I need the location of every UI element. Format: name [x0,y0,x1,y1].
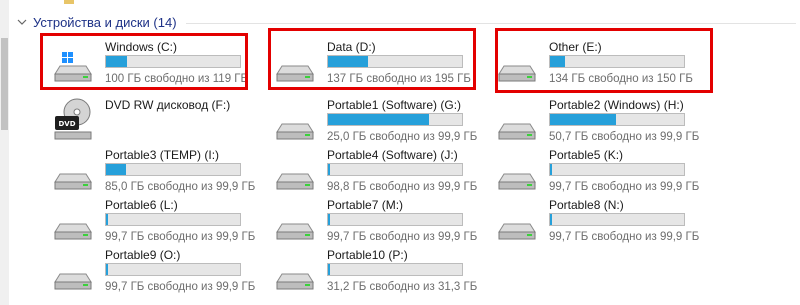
drive-tile-h[interactable]: Portable2 (Windows) (H:) 50,7 ГБ свободн… [485,94,699,144]
drive-usage-bar [105,263,241,276]
drive-name: DVD RW дисковод (F:) [105,98,231,112]
drive-usage-bar [327,263,463,276]
drive-space-info: 98,8 ГБ свободно из 99,9 ГБ [327,181,478,193]
drive-tile-n[interactable]: Portable8 (N:) 99,7 ГБ свободно из 99,9 … [485,194,699,244]
drive-name: Portable10 (P:) [327,248,408,262]
highlight-box-e [495,28,713,93]
usage-fill [328,264,330,275]
drive-usage-bar [327,213,463,226]
partial-folder-icon [64,0,74,4]
drive-usage-bar [105,163,241,176]
drive-space-info: 99,7 ГБ свободно из 99,9 ГБ [105,281,256,293]
drive-name: Portable2 (Windows) (H:) [549,98,684,112]
usage-fill [550,164,552,175]
chevron-down-icon[interactable] [16,16,28,28]
drive-name: Portable3 (TEMP) (I:) [105,148,220,162]
drive-name: Portable6 (L:) [105,198,178,212]
drive-name: Portable8 (N:) [549,198,624,212]
drive-tile-k[interactable]: Portable5 (K:) 99,7 ГБ свободно из 99,9 … [485,144,699,194]
usage-fill [106,214,108,225]
hard-drive-icon [54,223,92,240]
drive-space-info: 99,7 ГБ свободно из 99,9 ГБ [549,231,700,243]
drive-usage-bar [327,163,463,176]
hard-drive-icon [276,173,314,190]
drive-tile-o[interactable]: Portable9 (O:) 99,7 ГБ свободно из 99,9 … [41,244,255,294]
drive-tile-m[interactable]: Portable7 (M:) 99,7 ГБ свободно из 99,9 … [263,194,477,244]
drive-space-info: 25,0 ГБ свободно из 99,9 ГБ [327,131,478,143]
drive-usage-bar [549,213,685,226]
hard-drive-icon [498,123,536,140]
drive-name: Portable1 (Software) (G:) [327,98,462,112]
hard-drive-icon [276,273,314,290]
drive-tile-i[interactable]: Portable3 (TEMP) (I:) 85,0 ГБ свободно и… [41,144,255,194]
usage-fill [328,164,330,175]
usage-fill [550,214,552,225]
highlight-box-d [268,28,476,90]
drive-usage-bar [105,213,241,226]
usage-fill [328,214,330,225]
usage-fill [106,264,108,275]
hard-drive-icon [498,173,536,190]
scrollbar-thumb[interactable] [1,38,8,130]
hard-drive-icon [276,123,314,140]
highlight-box-c [40,33,248,90]
usage-fill [106,164,127,175]
drive-space-info: 50,7 ГБ свободно из 99,9 ГБ [549,131,700,143]
drive-space-info: 99,7 ГБ свободно из 99,9 ГБ [549,181,700,193]
drive-usage-bar [549,163,685,176]
drive-space-info: 85,0 ГБ свободно из 99,9 ГБ [105,181,256,193]
drive-space-info: 99,7 ГБ свободно из 99,9 ГБ [327,231,478,243]
vertical-scrollbar[interactable] [0,0,9,305]
hard-drive-icon [276,223,314,240]
usage-fill [328,114,429,125]
group-divider [186,23,796,24]
drive-name: Portable9 (O:) [105,248,181,262]
drive-usage-bar [549,113,685,126]
drive-tile-g[interactable]: Portable1 (Software) (G:) 25,0 ГБ свобод… [263,94,477,144]
hard-drive-icon [54,173,92,190]
group-title: Устройства и диски (14) [33,15,177,30]
drive-usage-bar [327,113,463,126]
hard-drive-icon [54,273,92,290]
drive-tile-j[interactable]: Portable4 (Software) (J:) 98,8 ГБ свобод… [263,144,477,194]
drive-tile-f[interactable]: DVD DVD RW дисковод (F:) [41,94,251,144]
drive-name: Portable7 (M:) [327,198,404,212]
drive-space-info: 99,7 ГБ свободно из 99,9 ГБ [105,231,256,243]
hard-drive-icon [498,223,536,240]
dvd-drive-icon: DVD [54,98,92,140]
drive-space-info: 31,2 ГБ свободно из 31,3 ГБ [327,281,478,293]
drive-tile-p[interactable]: Portable10 (P:) 31,2 ГБ свободно из 31,3… [263,244,477,294]
drive-name: Portable4 (Software) (J:) [327,148,458,162]
drive-tile-l[interactable]: Portable6 (L:) 99,7 ГБ свободно из 99,9 … [41,194,255,244]
svg-text:DVD: DVD [58,120,75,128]
drive-name: Portable5 (K:) [549,148,624,162]
usage-fill [550,114,616,125]
